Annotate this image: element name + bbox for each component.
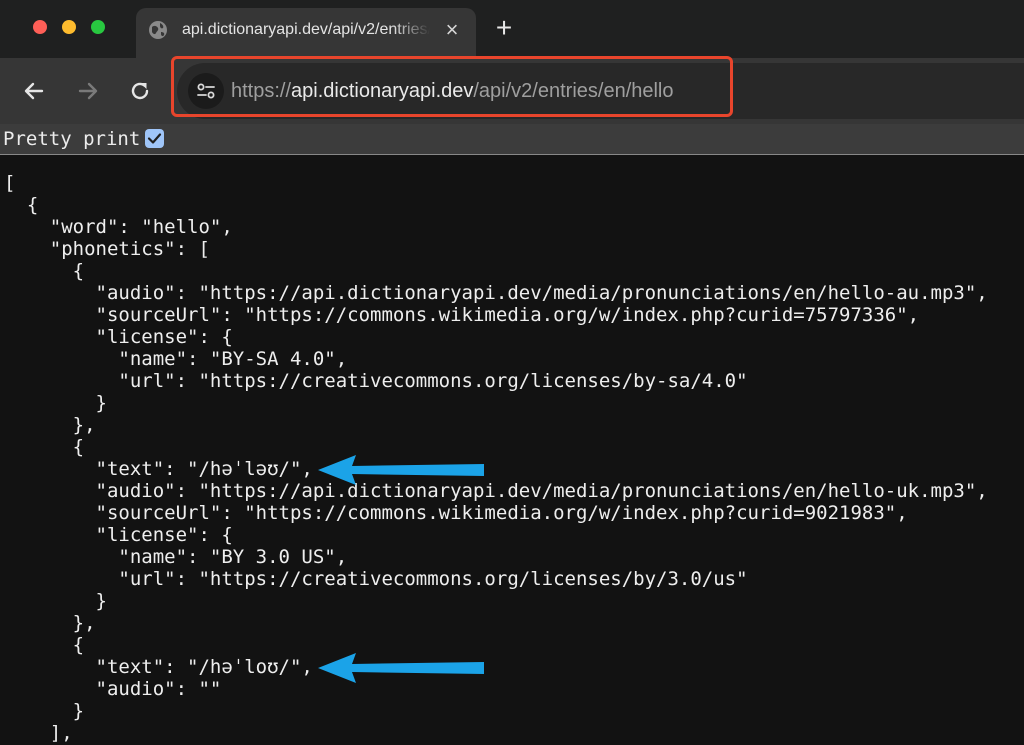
back-button[interactable] <box>21 78 47 104</box>
json-code: [ { "word": "hello", "phonetics": [ { "a… <box>4 172 988 744</box>
json-line: "url": "https://creativecommons.org/lice… <box>4 370 748 392</box>
pretty-print-bar: Pretty print <box>0 124 1024 155</box>
arrow-left-icon <box>24 82 44 100</box>
close-icon[interactable]: × <box>442 19 462 41</box>
json-line: }, <box>4 612 96 634</box>
annotation-arrow-1 <box>318 455 484 485</box>
json-line: } <box>4 700 85 722</box>
json-line: } <box>4 392 107 414</box>
close-window-button[interactable] <box>33 20 47 34</box>
json-line: }, <box>4 414 96 436</box>
json-line: } <box>4 590 107 612</box>
reload-icon <box>131 82 149 100</box>
arrow-right-icon <box>78 82 98 100</box>
json-line: "name": "BY-SA 4.0", <box>4 348 348 370</box>
json-line: "sourceUrl": "https://commons.wikimedia.… <box>4 304 920 326</box>
minimize-window-button[interactable] <box>62 20 76 34</box>
json-line: "word": "hello", <box>4 216 233 238</box>
json-line: "name": "BY 3.0 US", <box>4 546 348 568</box>
reload-button[interactable] <box>127 78 153 104</box>
json-viewer: [ { "word": "hello", "phonetics": [ { "a… <box>0 155 1024 745</box>
tab-strip: api.dictionaryapi.dev/api/v2/entries/en/… <box>0 0 1024 58</box>
json-line: "license": { <box>4 524 233 546</box>
zoom-window-button[interactable] <box>91 20 105 34</box>
json-line: { <box>4 634 85 656</box>
new-tab-button[interactable]: + <box>492 14 516 42</box>
json-line: "text": "/həˈləʊ/", <box>4 458 313 480</box>
pretty-print-label: Pretty print <box>3 128 141 150</box>
json-line: "url": "https://creativecommons.org/lice… <box>4 568 748 590</box>
json-line: { <box>4 260 85 282</box>
json-line: "audio": "" <box>4 678 222 700</box>
json-line: "audio": "https://api.dictionaryapi.dev/… <box>4 282 988 304</box>
json-line: "text": "/həˈloʊ/", <box>4 656 313 678</box>
url-highlight-box <box>171 56 733 117</box>
json-line: { <box>4 436 85 458</box>
json-line: [ <box>4 172 16 194</box>
json-line: { <box>4 194 39 216</box>
json-line: "sourceUrl": "https://commons.wikimedia.… <box>4 502 908 524</box>
json-line: ], <box>4 722 73 744</box>
pretty-print-checkbox[interactable] <box>145 129 164 148</box>
globe-icon <box>148 20 168 40</box>
forward-button[interactable] <box>75 78 101 104</box>
checkmark-icon <box>147 133 162 144</box>
json-line: "license": { <box>4 326 233 348</box>
json-line: "phonetics": [ <box>4 238 210 260</box>
json-line: "audio": "https://api.dictionaryapi.dev/… <box>4 480 988 502</box>
browser-tab[interactable]: api.dictionaryapi.dev/api/v2/entries/en/… <box>136 8 476 58</box>
tab-title: api.dictionaryapi.dev/api/v2/entries/en/… <box>182 21 430 38</box>
annotation-arrow-2 <box>318 653 484 683</box>
